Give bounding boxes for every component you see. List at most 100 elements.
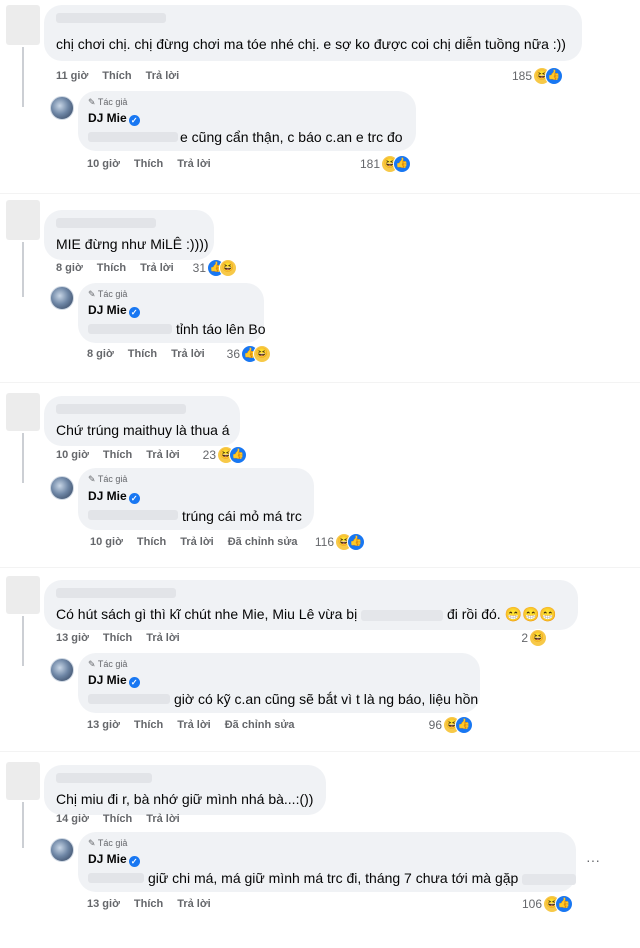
comment-actions: 8 giờ Thích Trả lời — [56, 262, 188, 274]
reaction-icons[interactable]: 😆 👍 — [443, 716, 477, 734]
reply-button[interactable]: Trả lời — [177, 898, 211, 910]
mention-blurred[interactable] — [88, 694, 170, 704]
commenter-name-blurred[interactable] — [56, 404, 186, 414]
reply-text: giữ chi má, má giữ mình má trc đi, tháng… — [148, 870, 577, 886]
reply-actions: 10 giờ Thích Trả lời Đã chỉnh sửa — [90, 536, 311, 548]
like-button[interactable]: Thích — [134, 898, 163, 910]
mention-blurred[interactable] — [522, 873, 577, 885]
comment-time[interactable]: 11 giờ — [56, 70, 88, 82]
mention-blurred[interactable] — [88, 873, 144, 883]
author-avatar[interactable] — [50, 286, 74, 310]
reaction-icons[interactable]: 😆 👍 — [543, 895, 577, 913]
like-button[interactable]: Thích — [137, 536, 166, 548]
reply-time[interactable]: 10 giờ — [90, 536, 123, 548]
commenter-avatar[interactable] — [6, 576, 40, 614]
reply-button[interactable]: Trả lời — [146, 632, 180, 644]
reaction-count[interactable]: 116 — [308, 535, 334, 549]
reaction-icons[interactable]: 👍 😆 — [241, 345, 275, 363]
like-button[interactable]: Thích — [103, 449, 132, 461]
author-badge: ✎ Tác giả — [88, 97, 128, 107]
commenter-avatar[interactable] — [6, 200, 40, 240]
verified-icon: ✓ — [128, 115, 140, 126]
thread-line — [22, 47, 24, 107]
mention-blurred[interactable] — [88, 324, 172, 334]
reaction-count[interactable]: 181 — [340, 157, 380, 171]
like-button[interactable]: Thích — [102, 70, 131, 82]
comment-time[interactable]: 8 giờ — [56, 262, 83, 274]
author-badge: ✎ Tác giả — [88, 474, 128, 484]
reaction-count[interactable]: 36 — [218, 347, 240, 361]
reply-button[interactable]: Trả lời — [140, 262, 174, 274]
author-badge: ✎ Tác giả — [88, 659, 128, 669]
reaction-icons[interactable]: 😆 👍 — [533, 67, 567, 85]
author-name[interactable]: DJ Mie ✓ — [88, 303, 140, 318]
thread-line — [22, 802, 24, 848]
comment-text: MIE đừng như MiLÊ :)))) — [56, 236, 209, 252]
commenter-name-blurred[interactable] — [56, 588, 176, 598]
comment-time[interactable]: 10 giờ — [56, 449, 89, 461]
reply-bubble: ✎ Tác giả DJ Mie ✓ e cũng cẩn thận, c báo… — [78, 91, 416, 151]
like-button[interactable]: Thích — [103, 813, 132, 825]
like-icon: 👍 — [555, 895, 573, 913]
edited-label[interactable]: Đã chỉnh sửa — [228, 536, 298, 548]
commenter-avatar[interactable] — [6, 5, 40, 45]
reply-button[interactable]: Trả lời — [177, 158, 211, 170]
like-button[interactable]: Thích — [134, 719, 163, 731]
reply-actions: 8 giờ Thích Trả lời — [87, 348, 219, 360]
like-button[interactable]: Thích — [128, 348, 157, 360]
more-options-icon[interactable]: ··· — [586, 852, 600, 868]
reaction-count[interactable]: 31 — [186, 261, 206, 275]
reply-time[interactable]: 13 giờ — [87, 719, 120, 731]
reaction-icons[interactable]: 😆 — [529, 629, 549, 647]
reaction-icons[interactable]: 😆 👍 — [335, 533, 369, 551]
author-name[interactable]: DJ Mie ✓ — [88, 111, 140, 126]
commenter-avatar[interactable] — [6, 762, 40, 800]
reaction-count[interactable]: 106 — [514, 897, 542, 911]
reply-button[interactable]: Trả lời — [146, 70, 180, 82]
commenter-name-blurred[interactable] — [56, 13, 166, 23]
mention-blurred[interactable] — [361, 609, 444, 621]
commenter-avatar[interactable] — [6, 393, 40, 431]
verified-icon: ✓ — [128, 307, 140, 318]
commenter-name-blurred[interactable] — [56, 218, 156, 228]
reply-time[interactable]: 8 giờ — [87, 348, 114, 360]
haha-icon: 😆 — [529, 629, 547, 647]
author-avatar[interactable] — [50, 838, 74, 862]
reaction-count[interactable]: 23 — [196, 448, 216, 462]
comment-time[interactable]: 14 giờ — [56, 813, 89, 825]
reaction-icons[interactable]: 👍 😆 — [207, 259, 241, 277]
reply-time[interactable]: 10 giờ — [87, 158, 120, 170]
author-name[interactable]: DJ Mie ✓ — [88, 489, 140, 504]
reply-button[interactable]: Trả lời — [146, 813, 180, 825]
reply-button[interactable]: Trả lời — [146, 449, 180, 461]
edited-label[interactable]: Đã chỉnh sửa — [225, 719, 295, 731]
comment-text: Chị miu đi r, bà nhớ giữ mình nhá bà...:… — [56, 791, 314, 807]
author-name[interactable]: DJ Mie ✓ — [88, 673, 140, 688]
author-name[interactable]: DJ Mie ✓ — [88, 852, 140, 867]
author-avatar[interactable] — [50, 96, 74, 120]
reply-button[interactable]: Trả lời — [177, 719, 211, 731]
reaction-count[interactable]: 185 — [490, 69, 532, 83]
like-icon: 👍 — [545, 67, 563, 85]
mention-blurred[interactable] — [88, 132, 178, 142]
like-button[interactable]: Thích — [97, 262, 126, 274]
comment-time[interactable]: 13 giờ — [56, 632, 89, 644]
reply-button[interactable]: Trả lời — [171, 348, 205, 360]
reaction-count[interactable]: 96 — [420, 718, 442, 732]
author-avatar[interactable] — [50, 658, 74, 682]
reaction-count[interactable]: 2 — [514, 631, 528, 645]
like-button[interactable]: Thích — [134, 158, 163, 170]
mention-blurred[interactable] — [88, 510, 178, 520]
reply-time[interactable]: 13 giờ — [87, 898, 120, 910]
thread-line — [22, 616, 24, 666]
like-button[interactable]: Thích — [103, 632, 132, 644]
reaction-icons[interactable]: 😆 👍 — [217, 446, 251, 464]
verified-icon: ✓ — [128, 677, 140, 688]
reply-actions: 13 giờ Thích Trả lời — [87, 898, 225, 910]
reaction-icons[interactable]: 😆 👍 — [381, 155, 415, 173]
commenter-name-blurred[interactable] — [56, 773, 152, 783]
comment-bubble: Chứ trúng maithuy là thua á — [44, 396, 240, 446]
reply-bubble: ✎ Tác giả DJ Mie ✓ giờ có kỹ c.an cũng sẽ… — [78, 653, 480, 713]
reply-button[interactable]: Trả lời — [180, 536, 214, 548]
author-avatar[interactable] — [50, 476, 74, 500]
